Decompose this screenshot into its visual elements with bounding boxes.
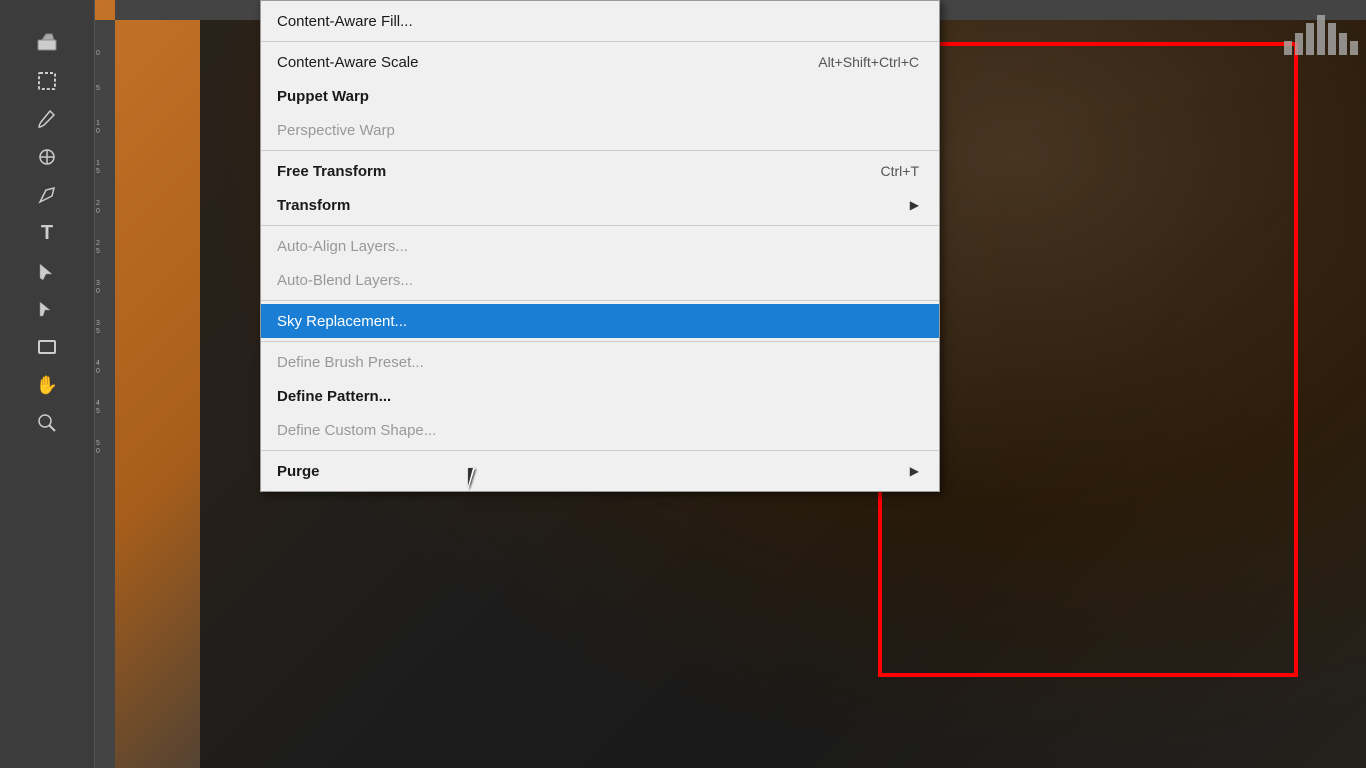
clone-stamp-tool[interactable] <box>29 139 65 175</box>
menu-separator-1 <box>261 41 939 42</box>
move-tool[interactable] <box>29 291 65 327</box>
menu-item-transform[interactable]: Transform ▶ <box>261 188 939 222</box>
menu-item-auto-align: Auto-Align Layers... <box>261 229 939 263</box>
menu-item-perspective-warp: Perspective Warp <box>261 113 939 147</box>
pen-tool[interactable] <box>29 177 65 213</box>
menu-item-define-custom-shape: Define Custom Shape... <box>261 413 939 447</box>
type-tool[interactable]: T <box>29 215 65 251</box>
menu-item-auto-blend: Auto-Blend Layers... <box>261 263 939 297</box>
rectangle-select-tool[interactable] <box>29 63 65 99</box>
menu-separator-2 <box>261 150 939 151</box>
transform-submenu-arrow: ▶ <box>910 198 919 212</box>
menu-item-content-aware-fill-partial[interactable]: Content-Aware Fill... <box>261 4 939 38</box>
menu-separator-5 <box>261 341 939 342</box>
menu-separator-4 <box>261 300 939 301</box>
watermark-logo <box>1286 10 1356 60</box>
zoom-tool[interactable] <box>29 405 65 441</box>
menu-item-puppet-warp[interactable]: Puppet Warp <box>261 79 939 113</box>
context-menu: Content-Aware Fill... Content-Aware Scal… <box>260 0 940 492</box>
menu-item-define-brush: Define Brush Preset... <box>261 345 939 379</box>
menu-separator-3 <box>261 225 939 226</box>
path-selection-tool[interactable] <box>29 253 65 289</box>
eraser-tool[interactable] <box>29 25 65 61</box>
toolbar: T ✋ <box>0 0 95 768</box>
menu-item-sky-replacement[interactable]: Sky Replacement... <box>261 304 939 338</box>
menu-separator-6 <box>261 450 939 451</box>
menu-item-free-transform[interactable]: Free Transform Ctrl+T <box>261 154 939 188</box>
menu-item-define-pattern[interactable]: Define Pattern... <box>261 379 939 413</box>
brush-tool[interactable] <box>29 101 65 137</box>
rectangle-tool[interactable] <box>29 329 65 365</box>
ruler-left: 0 5 1 0 1 5 2 0 2 5 3 0 3 5 4 0 4 5 5 0 <box>95 20 115 768</box>
menu-item-purge[interactable]: Purge ▶ <box>261 454 939 488</box>
purge-submenu-arrow: ▶ <box>910 464 919 478</box>
watermark-bars <box>1284 15 1358 55</box>
menu-item-content-aware-scale[interactable]: Content-Aware Scale Alt+Shift+Ctrl+C <box>261 45 939 79</box>
hand-tool[interactable]: ✋ <box>29 367 65 403</box>
